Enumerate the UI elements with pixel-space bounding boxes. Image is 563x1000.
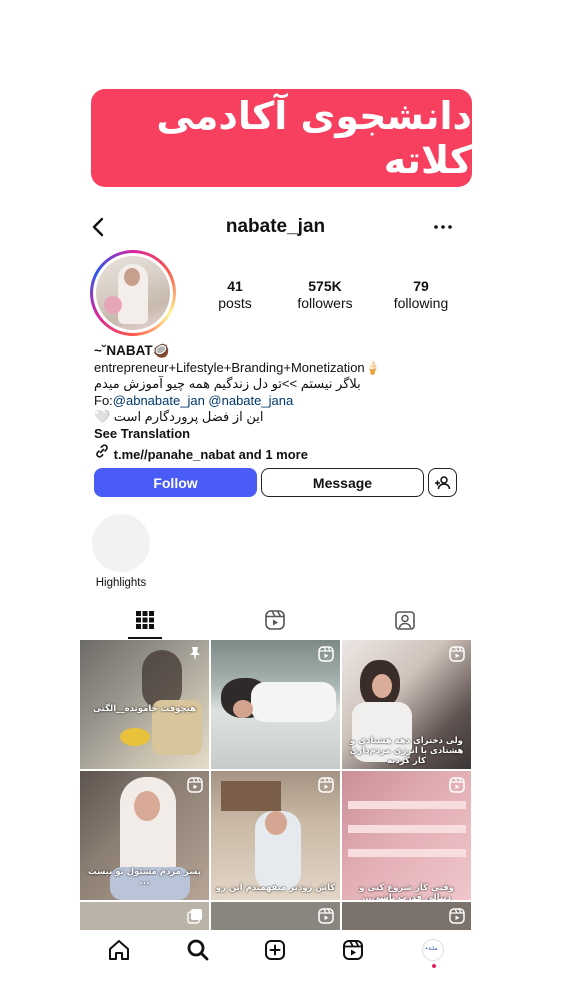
grid-post[interactable] <box>211 902 340 930</box>
message-button[interactable]: Message <box>261 468 424 497</box>
profile-nav-logo: •ملنة <box>425 946 438 952</box>
link-icon <box>96 444 108 458</box>
avatar-photo <box>96 256 170 330</box>
reels-badge-icon <box>449 777 465 793</box>
post-caption: وقتی کار شروع کنی و دنبالی قدرت باشی... <box>359 883 454 900</box>
active-tab-indicator <box>128 637 162 639</box>
grid-post[interactable]: کاش زودتر میفهمیدم این رو <box>211 771 340 900</box>
profile-tabs <box>80 601 471 639</box>
post-caption: پسر مردم مسئول تو نیست ... <box>87 867 202 887</box>
bio-line-1: entrepreneur+Lifestyle+Branding+Monetiza… <box>94 359 381 375</box>
reels-badge-icon <box>318 908 334 924</box>
stat-followers[interactable]: 575K followers <box>280 278 370 311</box>
stat-followers-value: 575K <box>308 278 342 294</box>
highlight-label: Highlights <box>95 577 147 589</box>
tab-tagged[interactable] <box>340 601 470 639</box>
highlights-item[interactable]: Highlights <box>92 514 150 589</box>
reels-badge-icon <box>187 777 203 793</box>
promo-banner-text: دانشجوی آکادمی کلاته <box>156 94 472 182</box>
see-translation-button[interactable]: See Translation <box>94 426 464 443</box>
stat-posts-value: 41 <box>227 278 243 294</box>
top-bar: nabate_jan <box>80 198 471 256</box>
reels-badge-icon <box>449 646 465 662</box>
bio-fo-prefix: Fo: <box>94 392 113 408</box>
profile-stats: 41 posts 575K followers 79 following <box>190 278 470 318</box>
reels-badge-icon <box>318 646 334 662</box>
bio-name: ~˘NABAT🥥 <box>94 343 170 358</box>
grid-post[interactable] <box>80 902 209 930</box>
profile-screen: nabate_jan 41 posts 575K followers 79 fo… <box>80 198 471 970</box>
bio-link[interactable]: t.me//panahe_nabat and 1 more <box>94 443 464 464</box>
post-caption: ولی دخترای دهه هشتادی و هشتادی با انرژی … <box>349 736 464 766</box>
carousel-icon <box>187 909 202 924</box>
tab-reels[interactable] <box>210 601 340 639</box>
tab-grid[interactable] <box>80 601 210 639</box>
post-caption: کاش زودتر میفهمیدم این رو <box>215 883 336 893</box>
grid-post[interactable] <box>211 640 340 769</box>
action-buttons: Follow Message <box>94 468 459 498</box>
notification-dot <box>432 964 436 968</box>
bio-line-3: Fo:@abnabate_jan @nabate_jana <box>94 393 464 410</box>
reels-badge-icon <box>449 908 465 924</box>
follow-button[interactable]: Follow <box>94 468 257 497</box>
promo-banner: دانشجوی آکادمی کلاته <box>91 89 472 187</box>
stat-posts[interactable]: 41 posts <box>190 278 280 311</box>
home-icon[interactable] <box>105 936 133 964</box>
profile-bio: ~˘NABAT🥥 entrepreneur+Lifestyle+Branding… <box>94 343 464 464</box>
profile-avatar[interactable] <box>90 250 176 336</box>
mention-link-1[interactable]: @abnabate_jan <box>113 393 205 408</box>
grid-post[interactable] <box>342 902 471 930</box>
pin-icon <box>190 647 200 661</box>
stat-following-label: following <box>393 295 449 311</box>
add-user-icon <box>434 475 450 489</box>
highlight-circle <box>92 514 150 572</box>
mention-link-2[interactable]: @nabate_jana <box>208 393 293 408</box>
grid-post[interactable]: هیچوقت جامونده__الگتی <box>80 640 209 769</box>
reels-nav-icon[interactable] <box>339 936 367 964</box>
reels-badge-icon <box>318 777 334 793</box>
bio-line-4: این از فضل پروردگارم است 🤍 <box>94 409 264 424</box>
bio-line-2: بلاگر نیستم >>تو دل زندگیم همه چیو آموزش… <box>94 376 361 391</box>
posts-grid: هیچوقت جامونده__الگتی ولی دخترای دهه هشت… <box>80 640 471 930</box>
create-post-icon[interactable] <box>261 936 289 964</box>
stat-following[interactable]: 79 following <box>376 278 466 311</box>
stat-followers-label: followers <box>297 295 353 311</box>
suggest-users-button[interactable] <box>428 468 457 497</box>
profile-username: nabate_jan <box>225 216 326 237</box>
reels-icon <box>265 610 285 630</box>
bio-link-text: t.me//panahe_nabat and 1 more <box>113 447 308 462</box>
more-horizontal-icon[interactable] <box>431 216 455 238</box>
profile-nav-avatar[interactable]: •ملنة <box>419 936 447 968</box>
stat-posts-label: posts <box>218 295 252 311</box>
grid-post[interactable]: ولی دخترای دهه هشتادی و هشتادی با انرژی … <box>342 640 471 769</box>
bottom-nav: •ملنة <box>80 930 471 970</box>
search-icon[interactable] <box>184 936 212 964</box>
stat-following-value: 79 <box>413 278 429 294</box>
grid-icon <box>136 611 154 629</box>
grid-post[interactable]: وقتی کار شروع کنی و دنبالی قدرت باشی... <box>342 771 471 900</box>
post-caption: هیچوقت جامونده__الگتی <box>93 704 196 714</box>
tagged-icon <box>395 611 415 630</box>
grid-post[interactable]: پسر مردم مسئول تو نیست ... <box>80 771 209 900</box>
